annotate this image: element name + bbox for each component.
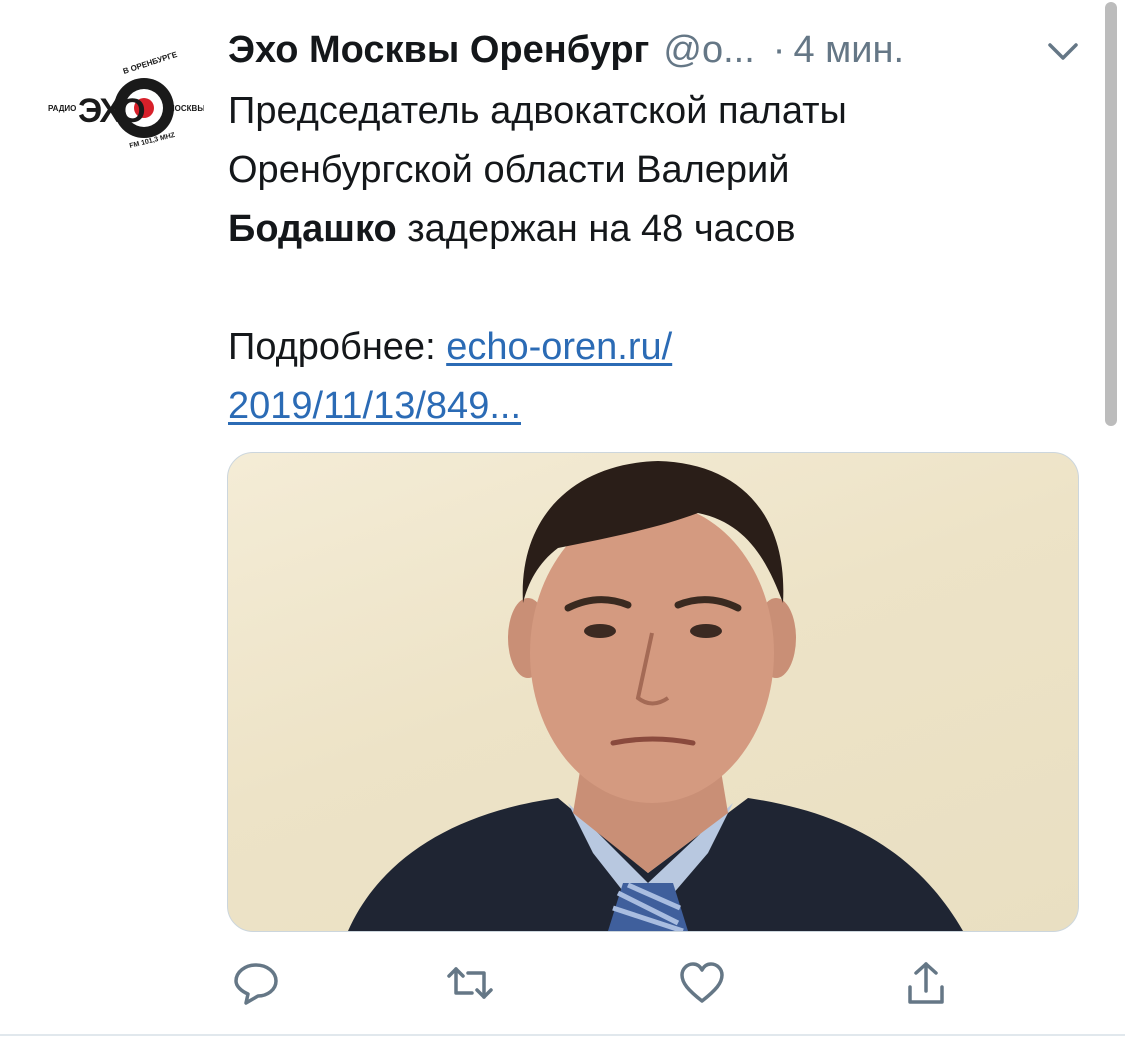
echo-moskvy-logo: В ОРЕНБУРГЕ FM 101,3 MHZ РАДИО ЭХО МОСКВ… (48, 50, 205, 150)
chevron-down-icon[interactable] (1042, 30, 1084, 72)
retweet-icon[interactable] (442, 955, 498, 1011)
more-label: Подробнее: (228, 326, 447, 368)
tweet[interactable]: В ОРЕНБУРГЕ FM 101,3 MHZ РАДИО ЭХО МОСКВ… (0, 0, 1125, 1037)
tweet-text-line: Председатель адвокатской палаты (228, 90, 847, 132)
logo-main-text: ЭХО (78, 92, 145, 130)
tweet-text-rest: задержан на 48 часов (396, 208, 796, 250)
scrollbar[interactable] (1105, 2, 1117, 426)
tweet-timestamp[interactable]: 4 мин. (793, 29, 904, 72)
article-link[interactable]: echo-oren.ru/ (446, 326, 672, 368)
logo-city-text: В ОРЕНБУРГЕ (122, 50, 179, 76)
tweet-header: Эхо Москвы Оренбург @o... · 4 мин. (228, 22, 1088, 78)
author-name[interactable]: Эхо Москвы Оренбург (228, 29, 649, 72)
link-line: 2019/11/13/849... (228, 377, 1088, 436)
logo-radio-text: РАДИО (48, 104, 76, 113)
more-line: Подробнее: echo-oren.ru/ (228, 318, 1088, 377)
author-handle[interactable]: @o... (663, 29, 754, 72)
reply-icon[interactable] (228, 955, 284, 1011)
tweet-text-line: Оренбургской области Валерий (228, 149, 790, 191)
logo-moskvy-text: МОСКВЫ (168, 104, 204, 113)
tweet-text-line: Бодашко задержан на 48 часов (228, 200, 1088, 259)
tweet-actions (228, 955, 988, 1011)
header-separator: · (772, 28, 786, 71)
tweet-media-photo[interactable] (227, 452, 1079, 932)
tweet-divider (0, 1034, 1125, 1036)
heart-icon[interactable] (674, 955, 730, 1011)
article-link-continued[interactable]: 2019/11/13/849... (228, 385, 521, 427)
avatar[interactable]: В ОРЕНБУРГЕ FM 101,3 MHZ РАДИО ЭХО МОСКВ… (44, 48, 205, 168)
share-icon[interactable] (898, 955, 954, 1011)
tweet-text: Председатель адвокатской палаты Оренбург… (228, 82, 1088, 436)
highlighted-name: Бодашко (228, 208, 397, 250)
portrait-photo (348, 461, 963, 931)
